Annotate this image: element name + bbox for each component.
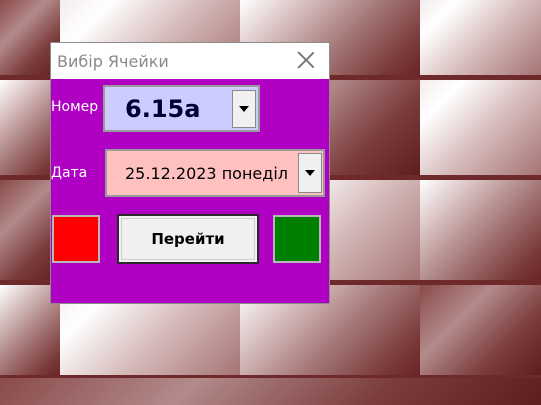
dialog-titlebar[interactable]: Вибір Ячейки bbox=[51, 43, 329, 79]
number-label: Номер bbox=[51, 99, 99, 115]
select-cell-dialog: Вибір Ячейки Номер 6.15а Дата 25.12.2023… bbox=[50, 42, 330, 304]
bg-tile bbox=[420, 0, 541, 75]
go-button[interactable]: Перейти bbox=[117, 214, 259, 264]
chevron-down-icon bbox=[239, 105, 249, 112]
date-label: Дата bbox=[51, 165, 88, 181]
bg-tile bbox=[420, 180, 541, 280]
close-icon[interactable] bbox=[295, 49, 317, 71]
bg-tile bbox=[420, 285, 541, 375]
number-dropdown-button[interactable] bbox=[232, 89, 256, 128]
next-green-button[interactable] bbox=[273, 215, 321, 263]
date-dropdown-button[interactable] bbox=[298, 153, 322, 193]
date-combobox[interactable]: 25.12.2023 понеділ bbox=[105, 149, 325, 197]
number-combobox[interactable]: 6.15а bbox=[103, 85, 260, 132]
dialog-title: Вибір Ячейки bbox=[57, 52, 169, 71]
chevron-down-icon bbox=[305, 170, 315, 176]
previous-red-button[interactable] bbox=[52, 215, 100, 263]
bg-tile bbox=[0, 378, 541, 405]
date-value: 25.12.2023 понеділ bbox=[125, 163, 288, 183]
bg-tile bbox=[420, 80, 541, 175]
number-value: 6.15а bbox=[125, 94, 201, 123]
